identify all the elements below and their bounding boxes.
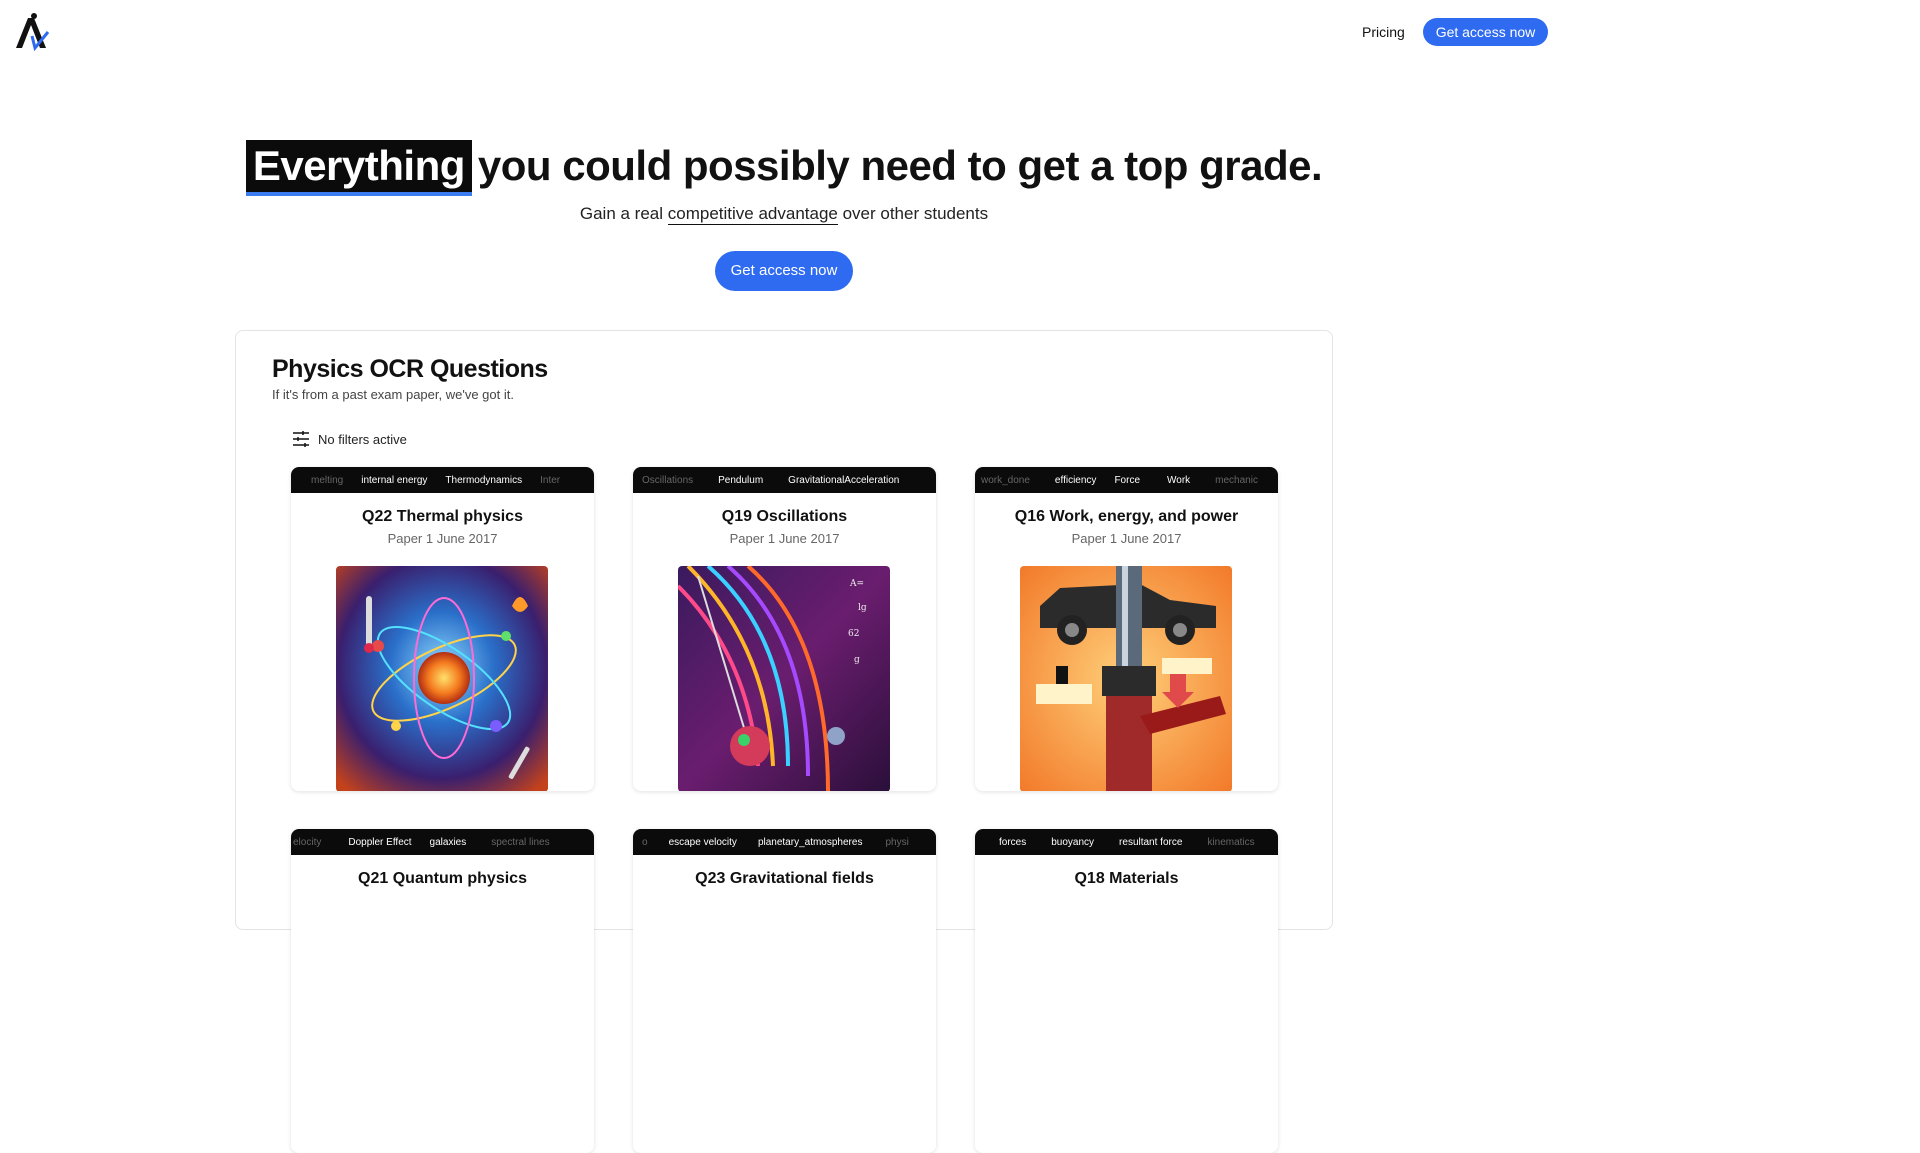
tag[interactable]: melting — [291, 475, 352, 486]
tag[interactable]: buoyancy — [1035, 837, 1103, 848]
tag-bar: elocity Doppler Effect galaxies spectral… — [291, 829, 594, 855]
sliders-icon — [293, 431, 309, 447]
tag[interactable]: planetary_atmospheres — [746, 837, 872, 848]
question-card[interactable]: elocity Doppler Effect galaxies spectral… — [291, 829, 594, 1153]
tag[interactable]: GravitationalAcceleration — [772, 475, 908, 486]
tag[interactable]: mechanic — [1199, 475, 1267, 486]
hero-subtitle: Gain a real competitive advantage over o… — [0, 204, 1568, 225]
hero-subtitle-end: over other students — [837, 204, 989, 223]
filters-label: No filters active — [318, 431, 407, 447]
card-title: Q23 Gravitational fields — [695, 870, 874, 887]
svg-text:g: g — [854, 655, 860, 665]
tag[interactable]: kinematics — [1191, 837, 1263, 848]
filters-toggle[interactable]: No filters active — [292, 429, 407, 449]
hero-get-access-button[interactable]: Get access now — [715, 251, 853, 291]
card-title: Q19 Oscillations — [721, 508, 848, 525]
tag[interactable]: o — [633, 837, 657, 848]
svg-text:A=: A= — [849, 579, 864, 589]
car-hydraulic-lift-image — [1020, 566, 1232, 791]
question-card[interactable]: Oscillations Pendulum GravitationalAccel… — [633, 467, 936, 791]
top-bar: Pricing Get access now — [0, 0, 1568, 64]
tag-bar: melting internal energy Thermodynamics I… — [291, 467, 594, 493]
ai-logo-icon[interactable] — [14, 12, 50, 52]
card-title: Q21 Quantum physics — [358, 870, 527, 887]
panel-subtitle: If it's from a past exam paper, we've go… — [272, 387, 514, 402]
tag[interactable]: efficiency — [1039, 475, 1106, 486]
card-title: Q18 Materials — [1074, 870, 1179, 887]
tag[interactable]: spectral lines — [475, 837, 558, 848]
tag-bar: work_done efficiency Force Work mechanic — [975, 467, 1278, 493]
card-meta: Paper 1 June 2017 — [729, 531, 840, 546]
hero-subtitle-start: Gain a real — [579, 204, 668, 223]
card-meta: Paper 1 June 2017 — [1071, 531, 1182, 546]
tag[interactable]: resultant force — [1103, 837, 1191, 848]
tag[interactable]: Inter — [531, 475, 569, 486]
tag[interactable]: forces — [975, 837, 1035, 848]
hero-title-rest: you could possibly need to get a top gra… — [477, 142, 1323, 189]
nav-get-access-button[interactable]: Get access now — [1423, 18, 1548, 46]
atom-thermal-physics-image — [336, 566, 548, 791]
tag[interactable]: physi — [871, 837, 917, 848]
card-title: Q22 Thermal physics — [362, 508, 523, 525]
question-card[interactable]: work_done efficiency Force Work mechanic… — [975, 467, 1278, 791]
tag[interactable]: Oscillations — [633, 475, 702, 486]
tag[interactable]: Force — [1105, 475, 1149, 486]
tag[interactable]: Pendulum — [702, 475, 772, 486]
panel-title: Physics OCR Questions — [272, 355, 548, 383]
tag[interactable]: escape velocity — [657, 837, 746, 848]
question-card[interactable]: melting internal energy Thermodynamics I… — [291, 467, 594, 791]
hero-title: Everything you could possibly need to get… — [0, 140, 1568, 196]
tag[interactable]: Doppler Effect — [330, 837, 420, 848]
tag[interactable]: galaxies — [421, 837, 476, 848]
tag[interactable]: elocity — [291, 837, 330, 848]
question-card[interactable]: o escape velocity planetary_atmospheres … — [633, 829, 936, 1153]
tag-bar: forces buoyancy resultant force kinemati… — [975, 829, 1278, 855]
competitive-advantage-link[interactable]: competitive advantage — [667, 204, 838, 225]
pendulum-oscillation-image: A= lg 62 g — [678, 566, 890, 791]
question-card[interactable]: forces buoyancy resultant force kinemati… — [975, 829, 1278, 1153]
card-meta: Paper 1 June 2017 — [387, 531, 498, 546]
tag-bar: Oscillations Pendulum GravitationalAccel… — [633, 467, 936, 493]
tag-bar: o escape velocity planetary_atmospheres … — [633, 829, 936, 855]
tag[interactable]: Thermodynamics — [436, 475, 531, 486]
svg-text:62: 62 — [848, 629, 859, 639]
svg-text:lg: lg — [858, 603, 867, 613]
tag[interactable]: work_done — [975, 475, 1039, 486]
tag[interactable]: Work — [1149, 475, 1199, 486]
card-title: Q16 Work, energy, and power — [1014, 508, 1239, 525]
tag[interactable]: internal energy — [352, 475, 436, 486]
hero-title-highlight: Everything — [245, 140, 472, 196]
nav-pricing-link[interactable]: Pricing — [1362, 24, 1405, 40]
